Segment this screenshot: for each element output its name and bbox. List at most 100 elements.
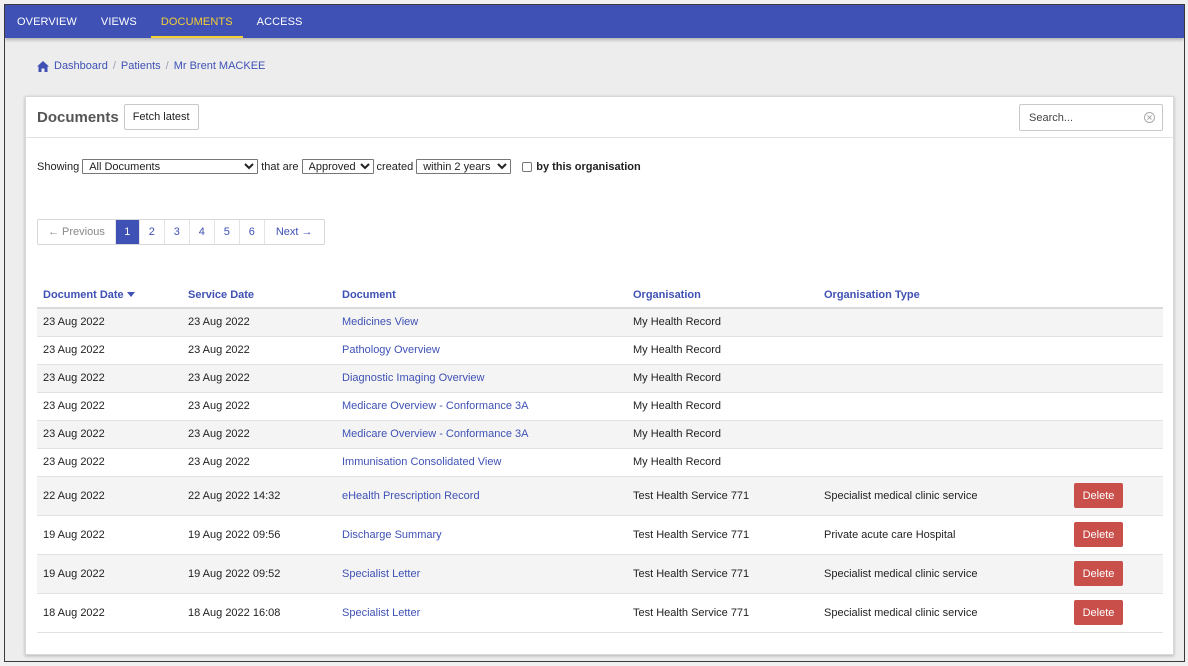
- pagination-page-1[interactable]: 1: [115, 220, 140, 244]
- document-link[interactable]: Immunisation Consolidated View: [342, 456, 501, 468]
- table-row: 22 Aug 2022 22 Aug 2022 14:32 eHealth Pres…: [37, 476, 1163, 516]
- col-service-date[interactable]: Service Date: [182, 283, 336, 309]
- status-select[interactable]: Approved: [301, 159, 374, 174]
- pagination-page-4[interactable]: 4: [190, 220, 215, 244]
- nav-tab-access[interactable]: ACCESS: [245, 5, 315, 38]
- created-label: created: [376, 160, 414, 173]
- cell-document-date: 23 Aug 2022: [37, 420, 182, 449]
- table-row: 23 Aug 2022 23 Aug 2022 Pathology Overview…: [37, 336, 1163, 365]
- search-box: [1019, 104, 1163, 131]
- cell-document-date: 22 Aug 2022: [37, 476, 182, 516]
- table-row: 23 Aug 2022 23 Aug 2022 Diagnostic Imaging…: [37, 364, 1163, 393]
- nav-tab-documents[interactable]: DOCUMENTS: [149, 5, 245, 38]
- nav-tab-overview[interactable]: OVERVIEW: [5, 5, 89, 38]
- card-header: Documents Fetch latest: [26, 97, 1173, 138]
- pagination-page-3[interactable]: 3: [165, 220, 190, 244]
- pagination: ← Previous 1 2 3 4 5 6 Next →: [37, 219, 325, 245]
- cell-document: Medicines View: [336, 308, 627, 337]
- app-window: OVERVIEW VIEWS DOCUMENTS ACCESS Dashboar…: [4, 4, 1185, 662]
- pagination-page-6[interactable]: 6: [240, 220, 265, 244]
- pagination-next[interactable]: Next →: [265, 220, 324, 244]
- cell-actions: [1068, 392, 1163, 421]
- cell-organisation: My Health Record: [627, 336, 818, 365]
- filter-row: Showing All Documents that are Approved …: [37, 159, 641, 174]
- breadcrumb-patient-name[interactable]: Mr Brent MACKEE: [174, 60, 266, 72]
- document-type-select[interactable]: All Documents: [82, 159, 259, 174]
- search-input[interactable]: [1020, 105, 1140, 130]
- cell-document: Specialist Letter: [336, 593, 627, 633]
- nav-tab-views[interactable]: VIEWS: [89, 5, 149, 38]
- table-row: 19 Aug 2022 19 Aug 2022 09:52 Specialist L…: [37, 554, 1163, 594]
- breadcrumb-patients[interactable]: Patients: [121, 60, 161, 72]
- cell-service-date: 23 Aug 2022: [182, 420, 336, 449]
- breadcrumb: Dashboard / Patients / Mr Brent MACKEE: [37, 60, 265, 72]
- breadcrumb-dashboard[interactable]: Dashboard: [54, 60, 108, 72]
- cell-actions: [1068, 420, 1163, 449]
- cell-actions: [1068, 308, 1163, 337]
- cell-document: Specialist Letter: [336, 554, 627, 594]
- pagination-page-2[interactable]: 2: [140, 220, 165, 244]
- org-filter-label[interactable]: by this organisation: [536, 161, 641, 173]
- breadcrumb-separator: /: [165, 60, 169, 72]
- table-row: 23 Aug 2022 23 Aug 2022 Medicare Overview …: [37, 420, 1163, 449]
- pagination-previous[interactable]: ← Previous: [38, 220, 116, 244]
- delete-button[interactable]: Delete: [1074, 600, 1123, 625]
- fetch-latest-button[interactable]: Fetch latest: [123, 104, 199, 130]
- cell-document: Discharge Summary: [336, 515, 627, 555]
- col-organisation[interactable]: Organisation: [627, 283, 818, 309]
- col-organisation-type[interactable]: Organisation Type: [818, 283, 1068, 309]
- document-link[interactable]: Specialist Letter: [342, 607, 420, 619]
- table-row: 23 Aug 2022 23 Aug 2022 Medicare Overview …: [37, 392, 1163, 421]
- cell-organisation: Test Health Service 771: [627, 554, 818, 594]
- col-document-date[interactable]: Document Date: [37, 283, 182, 309]
- delete-button[interactable]: Delete: [1074, 483, 1123, 508]
- cell-service-date: 18 Aug 2022 16:08: [182, 593, 336, 633]
- delete-button[interactable]: Delete: [1074, 561, 1123, 586]
- cell-document-date: 23 Aug 2022: [37, 364, 182, 393]
- document-link[interactable]: Medicines View: [342, 316, 418, 328]
- cell-document: Immunisation Consolidated View: [336, 448, 627, 477]
- created-range-select[interactable]: within 2 years: [416, 159, 512, 174]
- cell-organisation-type: [818, 364, 1068, 393]
- col-document[interactable]: Document: [336, 283, 627, 309]
- cell-actions: [1068, 364, 1163, 393]
- cell-organisation-type: Private acute care Hospital: [818, 515, 1068, 555]
- cell-organisation: My Health Record: [627, 420, 818, 449]
- document-link[interactable]: Specialist Letter: [342, 568, 420, 580]
- cell-document-date: 23 Aug 2022: [37, 336, 182, 365]
- cell-organisation-type: [818, 308, 1068, 337]
- org-filter-checkbox[interactable]: [522, 161, 533, 172]
- cell-organisation-type: [818, 448, 1068, 477]
- table-row: 23 Aug 2022 23 Aug 2022 Medicines View My H…: [37, 308, 1163, 337]
- showing-label: Showing: [37, 160, 80, 173]
- cell-service-date: 23 Aug 2022: [182, 308, 336, 337]
- cell-actions: [1068, 448, 1163, 477]
- cell-service-date: 23 Aug 2022: [182, 392, 336, 421]
- cell-actions: Delete: [1068, 515, 1163, 555]
- document-link[interactable]: Discharge Summary: [342, 529, 442, 541]
- cell-document-date: 23 Aug 2022: [37, 448, 182, 477]
- document-link[interactable]: Diagnostic Imaging Overview: [342, 372, 484, 384]
- cell-service-date: 23 Aug 2022: [182, 448, 336, 477]
- cell-document-date: 19 Aug 2022: [37, 554, 182, 594]
- cell-service-date: 19 Aug 2022 09:52: [182, 554, 336, 594]
- cell-organisation: My Health Record: [627, 364, 818, 393]
- cell-organisation: My Health Record: [627, 448, 818, 477]
- document-link[interactable]: Medicare Overview - Conformance 3A: [342, 400, 528, 412]
- document-link[interactable]: Pathology Overview: [342, 344, 440, 356]
- cell-organisation-type: [818, 420, 1068, 449]
- table-row: 18 Aug 2022 18 Aug 2022 16:08 Specialist L…: [37, 593, 1163, 633]
- delete-button[interactable]: Delete: [1074, 522, 1123, 547]
- col-actions: [1068, 283, 1163, 309]
- document-link[interactable]: Medicare Overview - Conformance 3A: [342, 428, 528, 440]
- cell-organisation-type: Specialist medical clinic service: [818, 593, 1068, 633]
- cell-service-date: 22 Aug 2022 14:32: [182, 476, 336, 516]
- cell-service-date: 23 Aug 2022: [182, 364, 336, 393]
- col-document-date-label: Document Date: [43, 289, 124, 301]
- pagination-page-5[interactable]: 5: [215, 220, 240, 244]
- clear-search-icon[interactable]: [1144, 112, 1155, 123]
- table-header-row: Document Date Service Date Document Orga…: [37, 283, 1163, 309]
- document-link[interactable]: eHealth Prescription Record: [342, 490, 480, 502]
- cell-organisation: Test Health Service 771: [627, 476, 818, 516]
- cell-actions: Delete: [1068, 554, 1163, 594]
